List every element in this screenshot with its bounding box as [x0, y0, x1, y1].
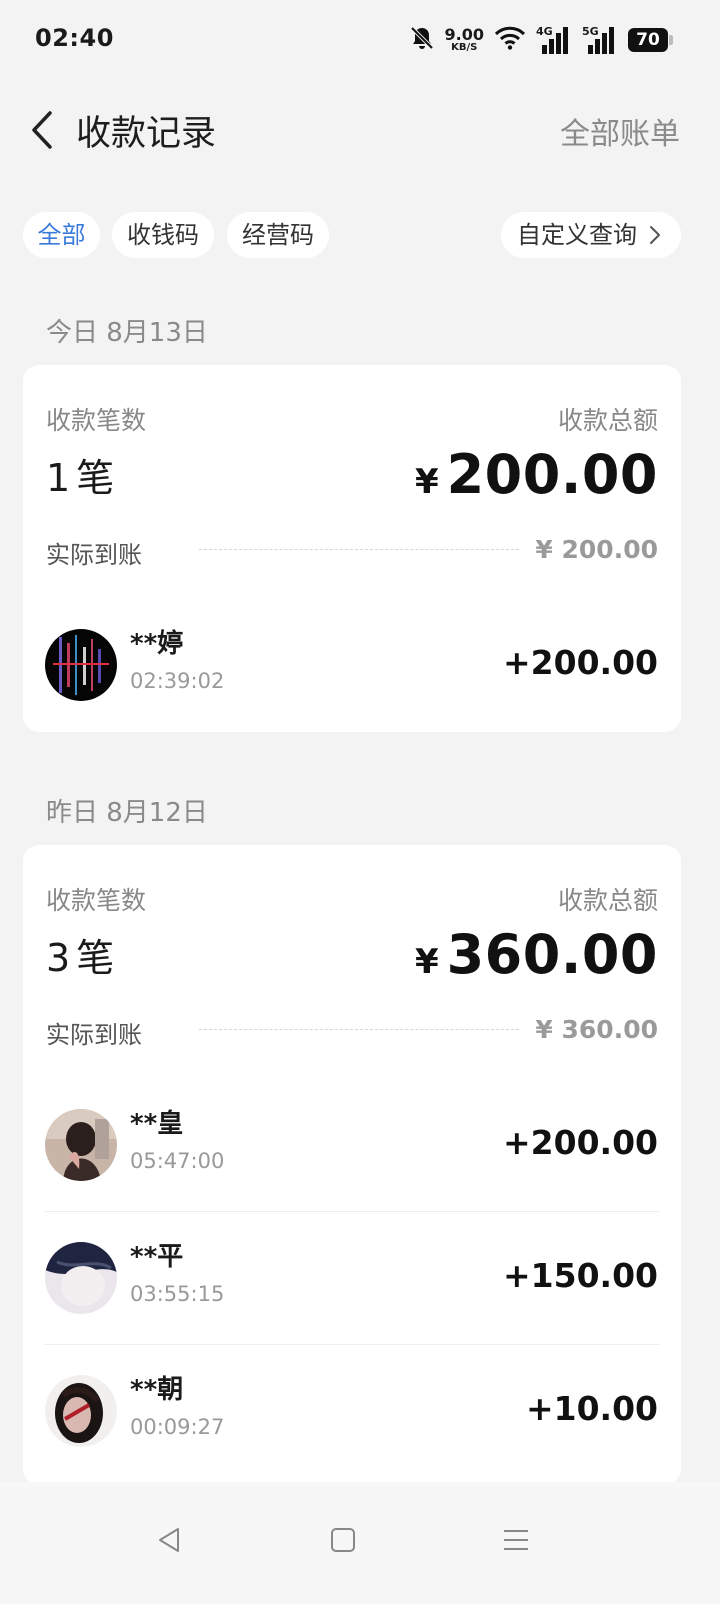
system-nav-bar — [0, 1482, 720, 1604]
nav-menu-button[interactable] — [486, 1510, 546, 1570]
bell-muted-icon — [409, 25, 435, 55]
total-value: 200.00 — [446, 443, 658, 506]
net-speed-unit: KB/S — [451, 42, 478, 53]
header: 收款记录 全部账单 — [0, 95, 720, 165]
divider — [199, 1029, 519, 1030]
nav-home-button[interactable] — [313, 1510, 373, 1570]
arrival-value: ¥ 360.00 — [535, 1015, 658, 1044]
date-label: 今日 8月13日 — [46, 318, 208, 348]
payer-name: **皇 — [130, 1109, 184, 1139]
filter-chip-payment-code[interactable]: 收钱码 — [112, 212, 214, 258]
nav-back-button[interactable] — [139, 1510, 199, 1570]
total-label: 收款总额 — [557, 886, 658, 915]
chevron-right-icon — [650, 226, 660, 244]
arrival-label: 实际到账 — [46, 541, 142, 569]
arrival-label: 实际到账 — [46, 1021, 142, 1049]
transaction-amount: +200.00 — [503, 1123, 658, 1162]
avatar — [45, 1242, 117, 1314]
transaction-row[interactable]: **皇 05:47:00 +200.00 — [23, 1079, 681, 1212]
transaction-row[interactable]: **平 03:55:15 +150.00 — [23, 1212, 681, 1345]
divider — [199, 549, 519, 550]
summary-card: 收款笔数 收款总额 3笔 ¥ 360.00 实际到账 ¥ 360.00 **皇 … — [23, 845, 681, 1485]
count-label: 收款笔数 — [46, 406, 147, 435]
transaction-time: 05:47:00 — [130, 1149, 225, 1173]
avatar — [45, 629, 117, 701]
square-home-icon — [331, 1528, 355, 1552]
transaction-time: 02:39:02 — [130, 669, 225, 693]
filter-bar: 全部 收钱码 经营码 自定义查询 — [0, 212, 720, 260]
status-icons: 9.00 KB/S 4G 5G 70 — [409, 22, 673, 58]
filter-chip-all[interactable]: 全部 — [23, 212, 100, 258]
custom-query-button[interactable]: 自定义查询 — [501, 212, 681, 258]
count-unit: 笔 — [76, 456, 115, 500]
transaction-count: 1笔 — [46, 447, 114, 502]
transaction-amount: +200.00 — [503, 643, 658, 682]
currency-symbol: ¥ — [414, 942, 439, 982]
transaction-time: 00:09:27 — [130, 1415, 225, 1439]
total-amount: ¥ 360.00 — [415, 923, 658, 986]
battery-level: 70 — [636, 30, 660, 50]
back-button[interactable] — [22, 107, 62, 153]
transaction-amount: +150.00 — [503, 1256, 658, 1295]
signal-icon: 5G — [582, 25, 618, 55]
currency-symbol: ¥ — [414, 462, 439, 502]
total-amount: ¥ 200.00 — [415, 443, 658, 506]
arrival-value: ¥ 200.00 — [535, 535, 658, 564]
avatar — [45, 1109, 117, 1181]
payer-name: **平 — [130, 1242, 184, 1272]
net-speed-value: 9.00 — [444, 25, 484, 44]
count-value: 1 — [46, 456, 71, 500]
payer-name: **婷 — [130, 629, 184, 659]
page-title: 收款记录 — [76, 114, 217, 154]
count-unit: 笔 — [76, 936, 115, 980]
transaction-row[interactable]: **朝 00:09:27 +10.00 — [23, 1345, 681, 1478]
menu-icon — [504, 1530, 528, 1550]
status-time: 02:40 — [35, 24, 114, 52]
avatar — [45, 1375, 117, 1447]
count-value: 3 — [46, 936, 71, 980]
date-label: 昨日 8月12日 — [46, 798, 208, 828]
status-bar: 02:40 9.00 KB/S 4G 5G 70 — [0, 0, 720, 82]
transaction-count: 3笔 — [46, 927, 114, 982]
transaction-row[interactable]: **婷 02:39:02 +200.00 — [23, 599, 681, 732]
total-label: 收款总额 — [557, 406, 658, 435]
signal-icon: 4G — [536, 25, 572, 55]
summary-card: 收款笔数 收款总额 1笔 ¥ 200.00 实际到账 ¥ 200.00 **婷 … — [23, 365, 681, 732]
payer-name: **朝 — [130, 1375, 184, 1405]
all-bills-link[interactable]: 全部账单 — [560, 109, 680, 153]
transaction-time: 03:55:15 — [130, 1282, 225, 1306]
wifi-icon — [494, 25, 526, 55]
triangle-back-icon — [159, 1528, 179, 1552]
transaction-amount: +10.00 — [525, 1389, 658, 1428]
filter-chip-business-code[interactable]: 经营码 — [227, 212, 329, 258]
count-label: 收款笔数 — [46, 886, 147, 915]
battery-icon: 70 — [628, 28, 673, 52]
custom-query-label: 自定义查询 — [517, 221, 637, 249]
chevron-left-icon — [32, 111, 52, 149]
total-value: 360.00 — [446, 923, 658, 986]
net-speed: 9.00 KB/S — [445, 27, 484, 53]
